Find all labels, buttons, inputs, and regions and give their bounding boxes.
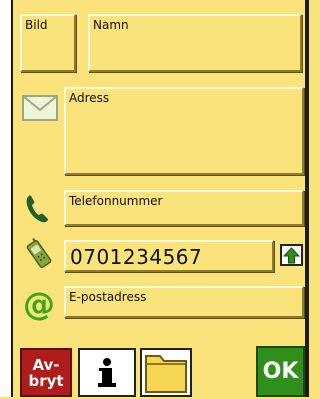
info-icon: [98, 357, 116, 387]
folder-button[interactable]: [140, 348, 192, 397]
left-frame: [0, 0, 13, 397]
address-label: Adress: [69, 91, 110, 105]
address-field[interactable]: Adress: [64, 87, 304, 175]
shift-up-arrow-icon: [283, 246, 300, 263]
picture-label: Bild: [25, 18, 48, 32]
cancel-label-line2: bryt: [28, 371, 64, 390]
svg-text:@: @: [23, 286, 55, 322]
shift-button[interactable]: [280, 244, 303, 266]
picture-field[interactable]: Bild: [20, 14, 76, 72]
at-sign-icon: @: [23, 286, 55, 322]
mobile-value: 0701234567: [70, 245, 203, 269]
email-label: E-postadress: [69, 290, 147, 304]
ok-label: OK: [262, 359, 299, 384]
mobile-phone-icon: [26, 238, 52, 269]
phone-handset-icon: [26, 195, 48, 223]
right-frame: [305, 0, 309, 397]
mobile-field[interactable]: 0701234567: [64, 240, 274, 272]
phone-field[interactable]: Telefonnummer: [64, 190, 304, 226]
phone-label: Telefonnummer: [69, 194, 163, 208]
email-field[interactable]: E-postadress: [64, 286, 304, 318]
envelope-icon: [22, 95, 58, 121]
name-label: Namn: [93, 18, 129, 32]
name-field[interactable]: Namn: [88, 14, 302, 72]
cancel-label-line1: Av-: [32, 355, 60, 374]
cancel-button[interactable]: Av- bryt: [20, 348, 72, 397]
ok-button[interactable]: OK: [256, 346, 305, 397]
info-button[interactable]: [78, 348, 136, 397]
folder-icon: [145, 355, 187, 393]
